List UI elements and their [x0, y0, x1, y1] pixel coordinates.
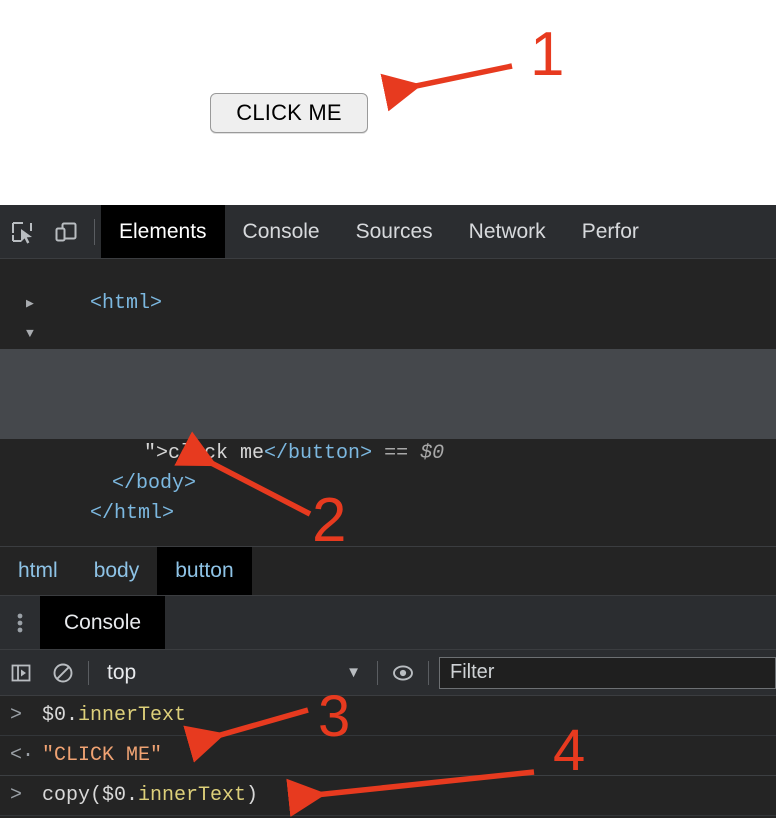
dom-node-html-close: </html> — [90, 502, 175, 525]
expand-arrow-collapsed-icon[interactable]: ▶ — [26, 289, 34, 319]
rendered-page-area: CLICK ME — [0, 0, 776, 205]
console-prompt-icon: > — [10, 704, 23, 727]
dom-tree-panel: <html> ▶ <head>…</head> ▼ <body> … <butt… — [0, 259, 776, 546]
tab-elements[interactable]: Elements — [101, 205, 225, 258]
expand-arrow-expanded-icon[interactable]: ▼ — [26, 319, 34, 349]
dom-row-html-open[interactable]: <html> — [0, 259, 776, 315]
console-prompt-icon-2: > — [10, 784, 23, 807]
console-toolbar-divider-1 — [88, 660, 89, 685]
console-context-select[interactable]: top ▼ — [93, 650, 373, 695]
console-toolbar-divider-3 — [428, 660, 429, 685]
breadcrumb-item-button[interactable]: button — [157, 547, 252, 595]
console-line-input-2[interactable]: > copy($0. innerText) — [0, 776, 776, 816]
clear-console-icon[interactable] — [42, 650, 84, 695]
tab-console[interactable]: Console — [225, 205, 338, 258]
console-expr-suffix-2: ) — [246, 784, 259, 807]
console-sidebar-icon[interactable] — [0, 650, 42, 695]
breadcrumb: html body button — [0, 546, 776, 595]
breadcrumb-item-body[interactable]: body — [76, 547, 158, 595]
chevron-down-icon: ▼ — [346, 664, 361, 681]
devtools-main-toolbar: Elements Console Sources Network Perfor — [0, 205, 776, 259]
console-toolbar: top ▼ — [0, 649, 776, 696]
tab-network[interactable]: Network — [451, 205, 564, 258]
console-expr-prop-2: innerText — [138, 784, 247, 807]
drawer-tab-console[interactable]: Console — [40, 596, 166, 649]
dom-row-button-close[interactable]: ">click me</button> == $0 — [0, 409, 776, 465]
tab-performance[interactable]: Perfor — [564, 205, 657, 258]
console-expr-prefix-1: $0. — [42, 704, 79, 727]
dom-row-button-open[interactable]: … <button style=" — [0, 349, 776, 435]
dom-row-body-close[interactable]: </body> — [0, 439, 776, 495]
console-toolbar-divider-2 — [377, 660, 378, 685]
drawer-tab-strip: Console — [0, 595, 776, 649]
click-me-button[interactable]: CLICK ME — [210, 93, 368, 133]
console-filter-input[interactable] — [439, 656, 776, 689]
console-line-output-1: <· "CLICK ME" — [0, 736, 776, 776]
dom-row-head[interactable]: ▶ <head>…</head> — [0, 289, 776, 375]
console-line-input-1[interactable]: > $0. innerText — [0, 696, 776, 736]
live-expression-eye-icon[interactable] — [382, 650, 424, 695]
console-expr-prefix-2: copy($0. — [42, 784, 139, 807]
tab-sources[interactable]: Sources — [338, 205, 451, 258]
console-context-value: top — [107, 660, 137, 684]
console-reply-arrow-icon: <· — [10, 744, 35, 767]
device-toolbar-icon[interactable] — [44, 205, 88, 258]
breadcrumb-item-html[interactable]: html — [0, 547, 76, 595]
more-vertical-icon[interactable] — [0, 596, 40, 649]
inspect-cursor-icon[interactable] — [0, 205, 44, 258]
dom-row-body-open[interactable]: ▼ <body> — [0, 319, 776, 405]
console-output: > $0. innerText <· "CLICK ME" > copy($0. i… — [0, 696, 776, 816]
toolbar-divider — [94, 218, 95, 245]
dom-row-button-style[interactable]: text-transform: uppercase; — [0, 379, 776, 435]
devtools-window: Elements Console Sources Network Perfor … — [0, 205, 776, 818]
dom-row-html-close[interactable]: </html> — [0, 469, 776, 525]
console-output-value-1: "CLICK ME" — [42, 744, 163, 767]
console-expr-prop-1: innerText — [78, 704, 187, 727]
